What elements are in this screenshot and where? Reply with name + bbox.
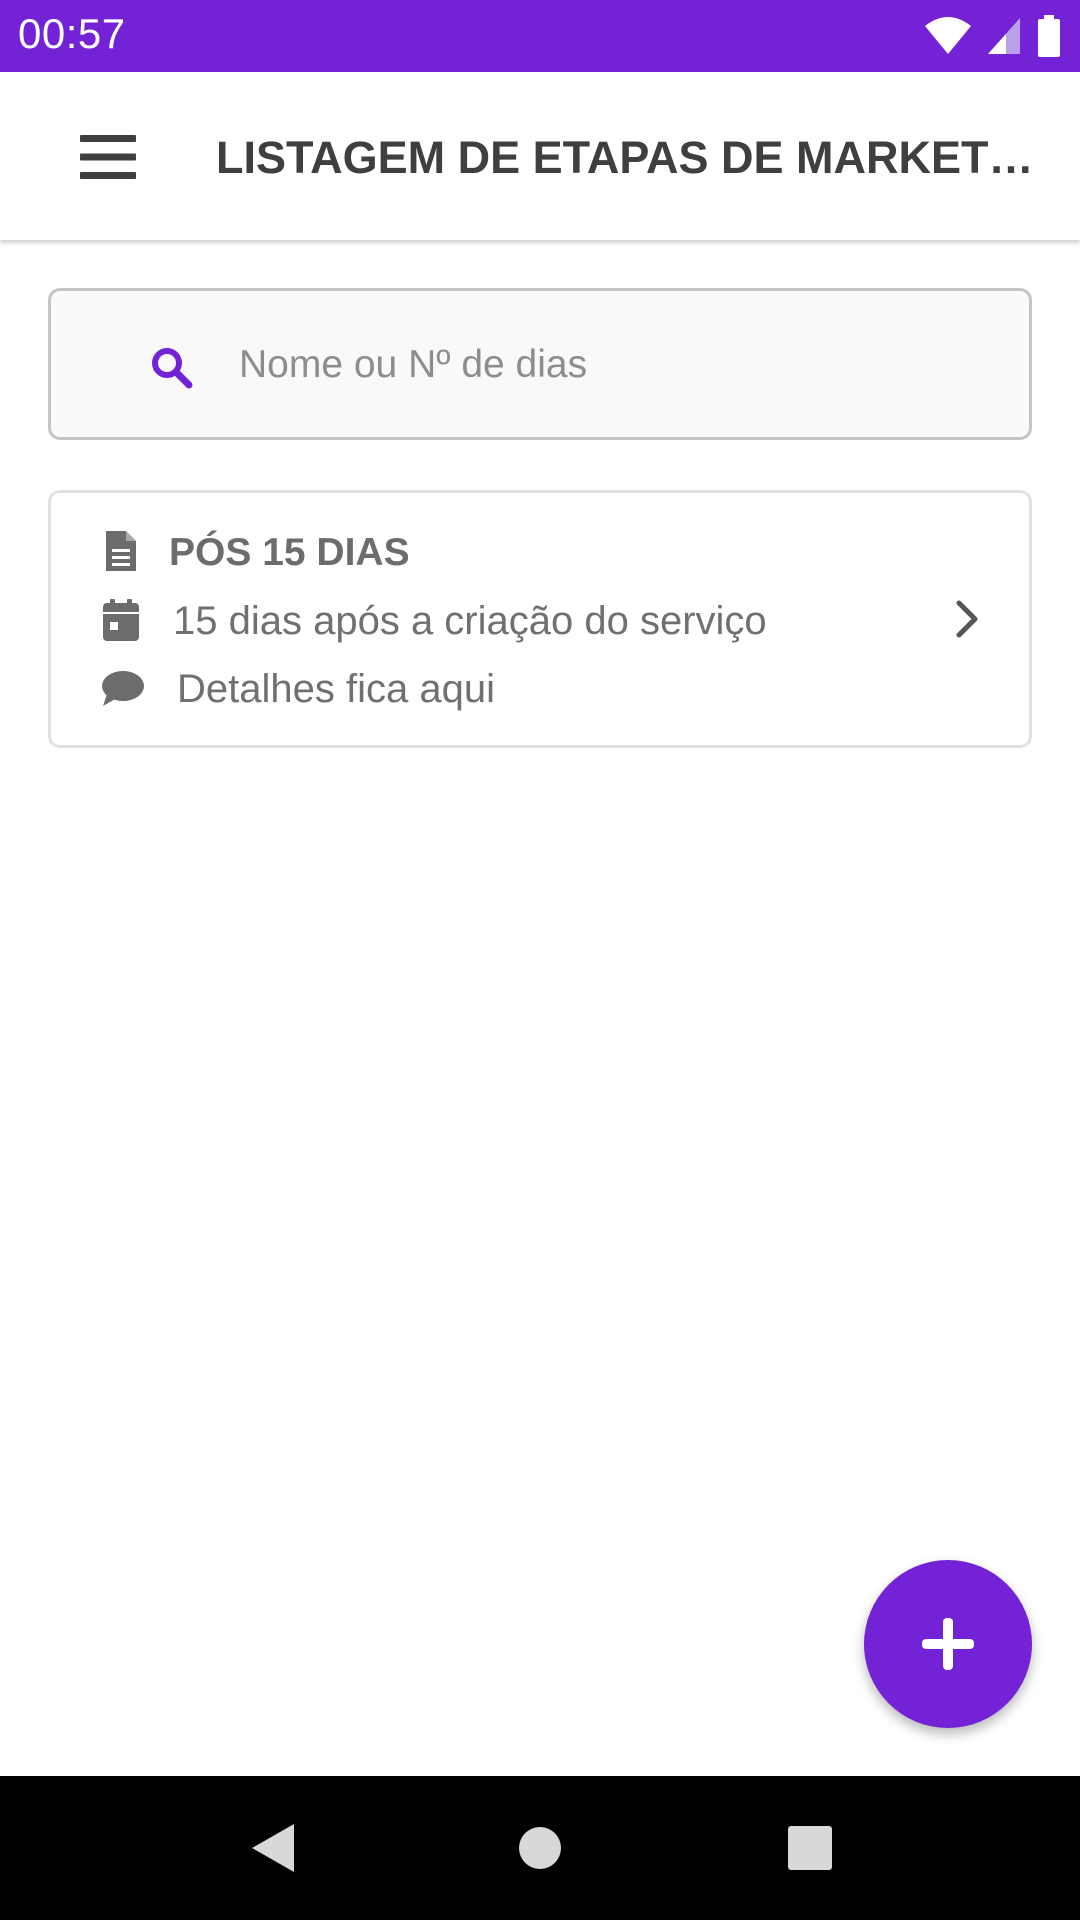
comment-icon	[101, 667, 145, 711]
recents-button[interactable]	[780, 1818, 840, 1878]
stage-details: Detalhes fica aqui	[177, 667, 495, 711]
status-bar: 00:57	[0, 0, 1080, 72]
page-title: LISTAGEM DE ETAPAS DE MARKETI…	[216, 132, 1036, 183]
search-box[interactable]	[48, 288, 1032, 440]
back-button[interactable]	[242, 1818, 302, 1878]
recents-icon	[788, 1826, 832, 1870]
home-button[interactable]	[510, 1818, 570, 1878]
add-stage-button[interactable]	[864, 1560, 1032, 1728]
hamburger-menu-icon	[80, 135, 136, 179]
calendar-icon	[99, 598, 143, 642]
search-icon	[152, 348, 193, 389]
status-icons	[924, 14, 1062, 58]
document-icon	[99, 529, 143, 573]
signal-icon	[988, 18, 1020, 54]
plus-icon	[922, 1618, 974, 1670]
stage-schedule: 15 dias após a criação do serviço	[173, 599, 767, 643]
status-time: 00:57	[18, 10, 126, 57]
app-bar: LISTAGEM DE ETAPAS DE MARKETI…	[0, 72, 1080, 240]
search-input[interactable]	[191, 325, 991, 405]
back-icon	[252, 1824, 294, 1872]
menu-button[interactable]	[58, 112, 158, 202]
navigation-bar	[0, 1776, 1080, 1920]
stage-title: PÓS 15 DIAS	[169, 531, 410, 574]
wifi-icon	[925, 17, 971, 54]
stage-card[interactable]: PÓS 15 DIAS 15 dias após a criação do se…	[48, 490, 1032, 748]
battery-icon	[1038, 15, 1060, 57]
home-icon	[519, 1827, 561, 1869]
chevron-right-icon[interactable]	[947, 599, 987, 639]
